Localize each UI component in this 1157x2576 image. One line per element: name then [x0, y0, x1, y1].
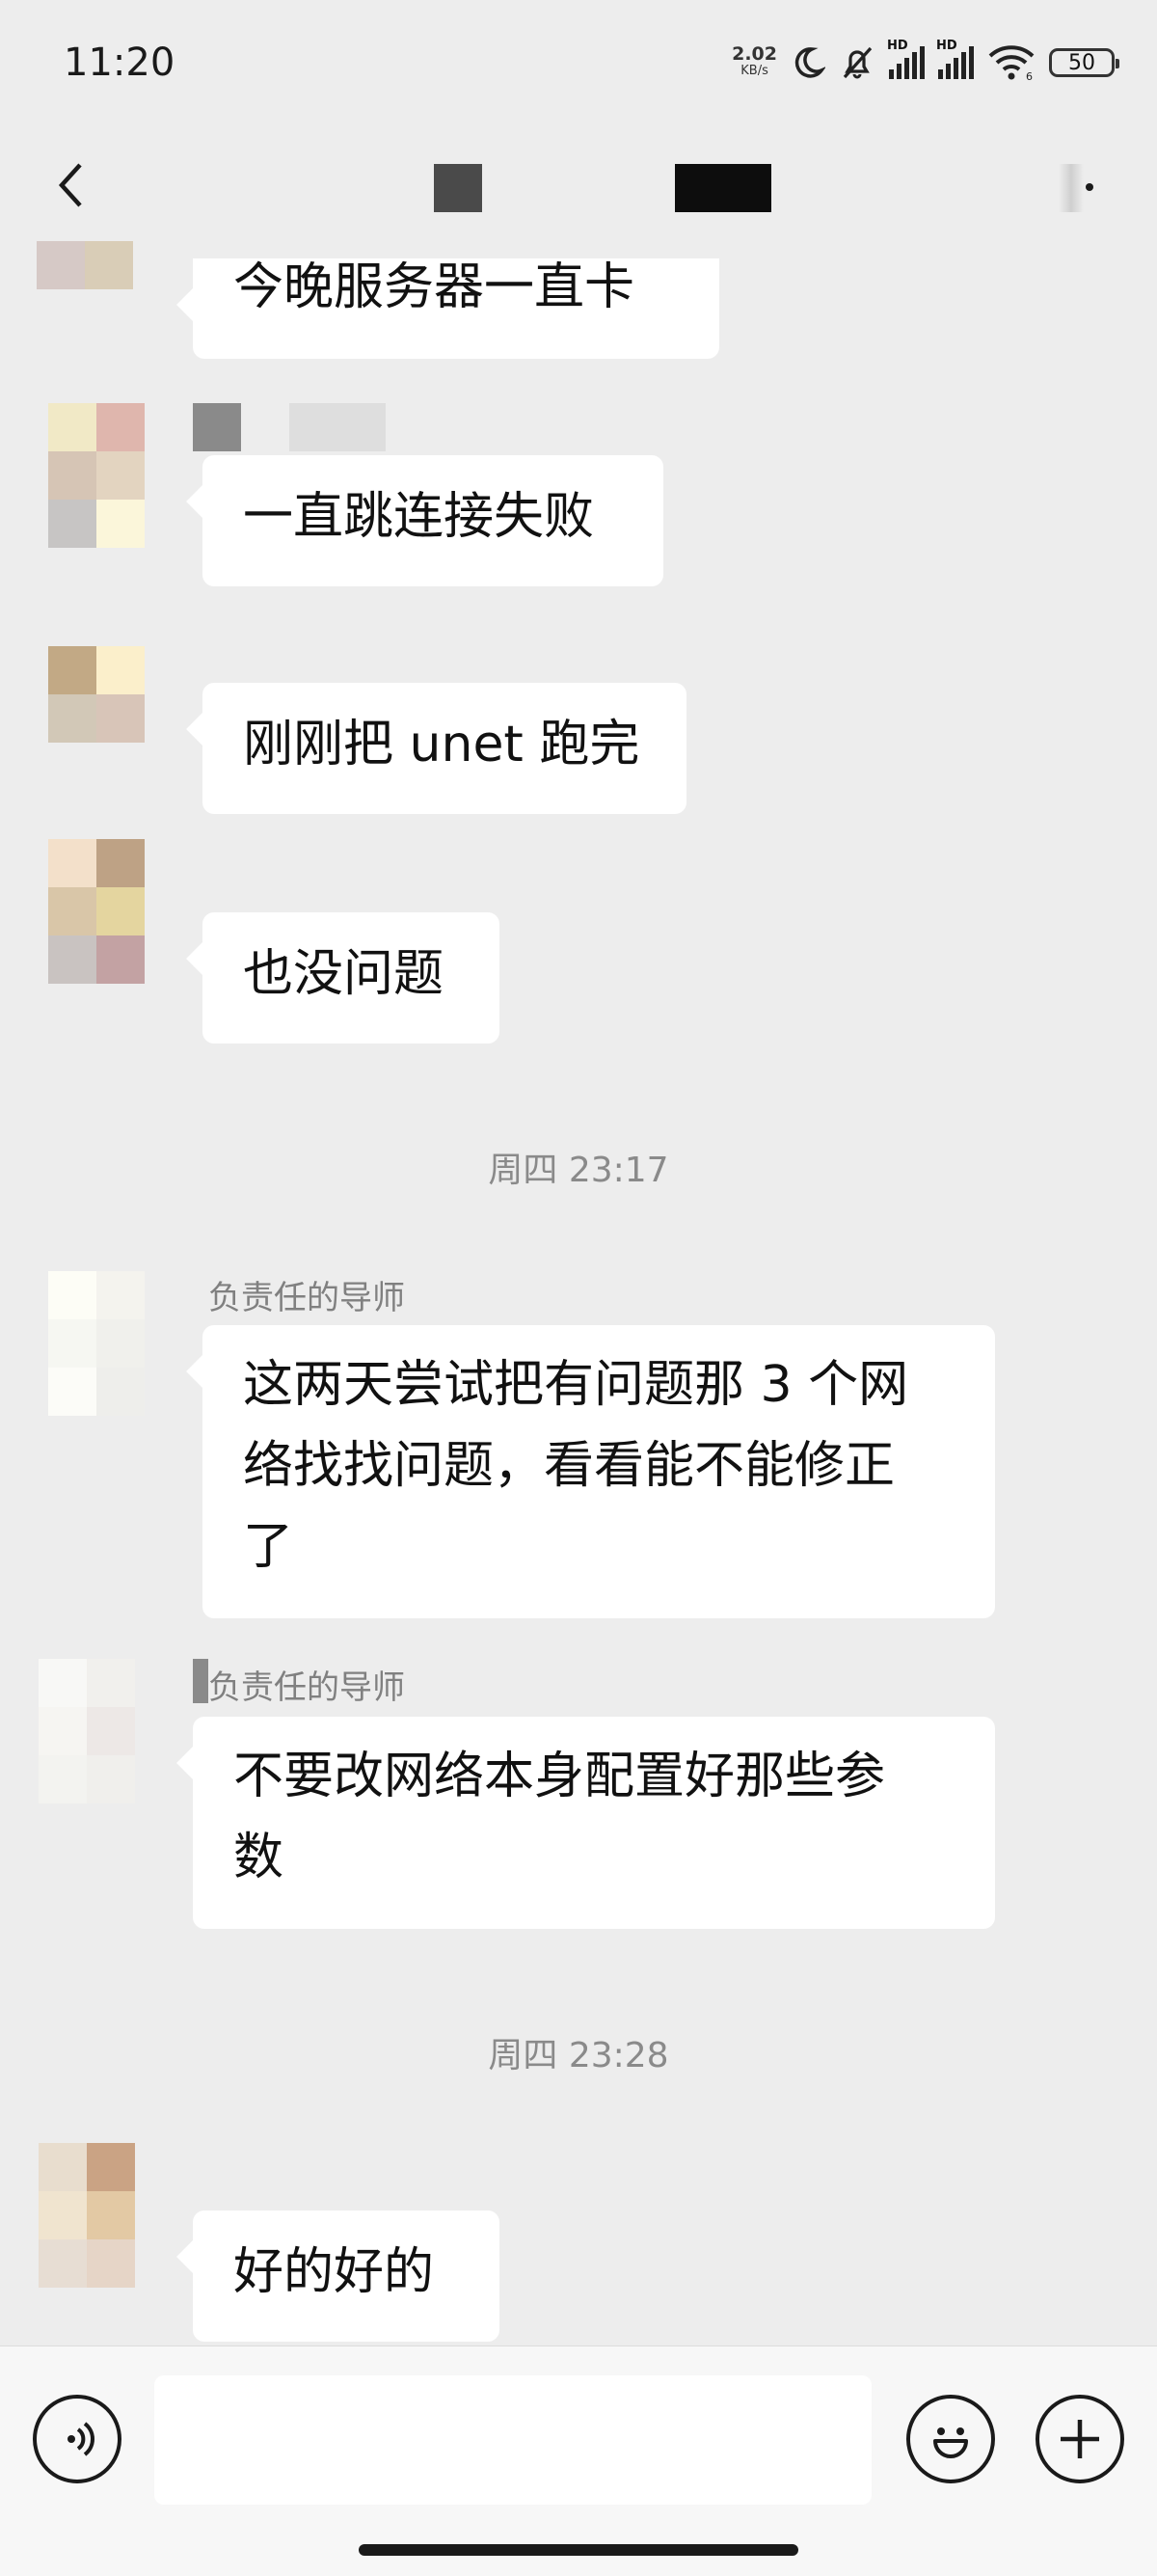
timestamp: 周四 23:17 — [488, 1151, 669, 1190]
home-indicator[interactable] — [359, 2544, 798, 2556]
message-bubble[interactable]: 一直跳连接失败 — [202, 455, 663, 586]
emoji-button[interactable] — [906, 2395, 995, 2483]
message-bubble[interactable]: 今晚服务器一直卡 — [193, 258, 719, 359]
redacted-name-block — [193, 403, 241, 451]
battery-icon: 50 — [1049, 48, 1119, 77]
avatar[interactable] — [48, 403, 154, 548]
wifi-icon: 6 — [988, 45, 1035, 81]
message-bubble[interactable]: 这两天尝试把有问题那 3 个网 络找找问题，看看能不能修正 了 — [202, 1325, 995, 1618]
more-dot-icon[interactable] — [1084, 181, 1095, 193]
message-text: 刚刚把 unet 跑完 — [243, 716, 640, 773]
mute-bell-icon — [843, 46, 873, 79]
avatar[interactable] — [48, 1271, 154, 1416]
redacted-name-block — [289, 403, 386, 451]
input-bar — [0, 2346, 1157, 2576]
message-line: 这两天尝试把有问题那 3 个网 — [243, 1356, 909, 1414]
back-button[interactable] — [42, 156, 100, 214]
network-speed: 2.02 KB/s — [732, 45, 777, 80]
more-functions-button[interactable] — [1036, 2395, 1124, 2483]
voice-button[interactable] — [33, 2395, 121, 2483]
moon-icon — [794, 47, 825, 78]
avatar[interactable] — [37, 241, 143, 309]
avatar[interactable] — [48, 646, 154, 743]
timestamp: 周四 23:28 — [488, 2036, 669, 2075]
hd-label: HD — [936, 39, 957, 53]
network-speed-unit: KB/s — [740, 64, 768, 78]
status-time: 11:20 — [64, 41, 175, 85]
message-bubble[interactable]: 不要改网络本身配置好那些参 数 — [193, 1717, 995, 1929]
status-icons: 2.02 KB/s HD HD 6 50 — [732, 39, 1119, 87]
message-bubble[interactable]: 也没问题 — [202, 912, 499, 1044]
hd-label: HD — [887, 39, 908, 53]
avatar[interactable] — [48, 839, 154, 984]
emoji-icon — [933, 2427, 968, 2458]
message-bubble[interactable]: 刚刚把 unet 跑完 — [202, 683, 686, 814]
sender-name: 负责任的导师 — [208, 1668, 405, 1707]
redacted-title-block — [675, 164, 771, 212]
redacted-title-block[interactable] — [1059, 164, 1084, 212]
signal-icon: HD — [936, 39, 974, 79]
avatar[interactable] — [39, 1659, 145, 1803]
message-text: 一直跳连接失败 — [243, 488, 595, 546]
message-line: 数 — [233, 1829, 284, 1886]
sender-name: 负责任的导师 — [208, 1279, 405, 1317]
back-arrow-icon — [58, 163, 82, 207]
avatar[interactable] — [39, 2143, 145, 2288]
voice-icon — [67, 2422, 94, 2456]
plus-icon — [1061, 2420, 1099, 2458]
message-line: 络找找问题，看看能不能修正 — [243, 1437, 896, 1495]
message-text: 今晚服务器一直卡 — [233, 258, 635, 316]
message-line: 了 — [243, 1518, 294, 1576]
message-text: 也没问题 — [243, 945, 444, 1003]
message-input[interactable] — [154, 2375, 872, 2505]
redacted-name-block — [193, 1659, 208, 1703]
message-line: 不要改网络本身配置好那些参 — [233, 1748, 886, 1805]
network-speed-value: 2.02 — [732, 43, 777, 65]
signal-icon: HD — [887, 39, 925, 79]
message-text: 好的好的 — [233, 2243, 435, 2301]
message-bubble[interactable]: 好的好的 — [193, 2210, 499, 2342]
status-bar: 11:20 2.02 KB/s HD HD 6 50 — [0, 0, 1157, 125]
redacted-title-block — [434, 164, 482, 212]
wifi-sub: 6 — [1026, 70, 1033, 81]
chat-header — [0, 125, 1157, 260]
